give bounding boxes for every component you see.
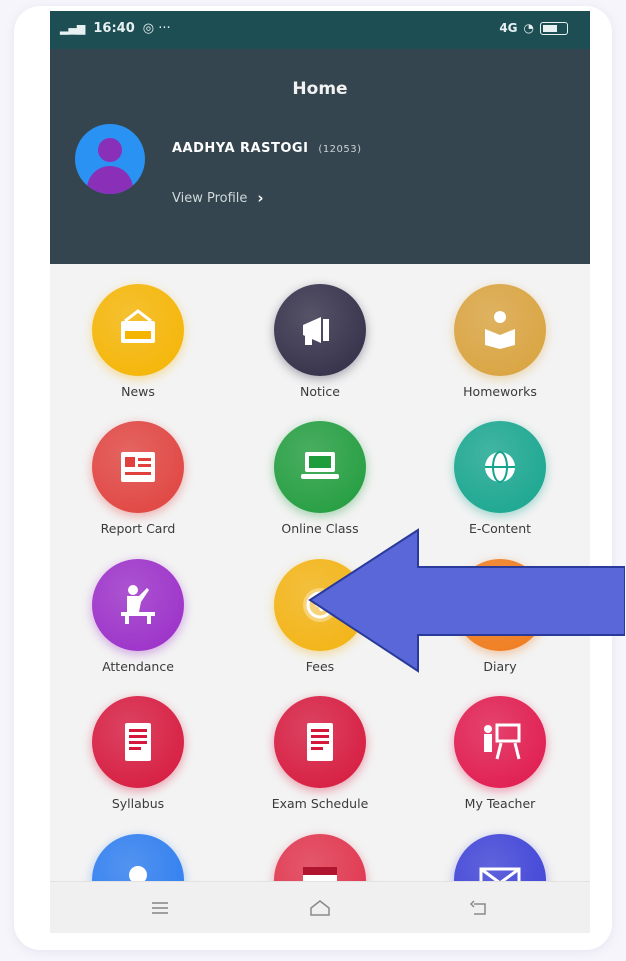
phone-screen: ▂▄▆ 16:40 ◎ ··· 4G ◔ Home AADHYA RASTOGI… (50, 11, 590, 933)
chevron-right-icon: › (257, 189, 264, 207)
home-icon[interactable] (305, 896, 335, 920)
menu-tile-attendance[interactable]: Attendance (58, 559, 218, 674)
menu-tile-exam-schedule[interactable]: Exam Schedule (240, 696, 400, 811)
menu-tile-report-card[interactable]: Report Card (58, 421, 218, 536)
menu-tile-label: Homeworks (463, 384, 537, 399)
menu-tile-notice[interactable]: Notice (240, 284, 400, 399)
menu-tile-my-teacher[interactable]: My Teacher (420, 696, 580, 811)
battery-icon (540, 21, 568, 35)
alarm-icon: ◎ ··· (142, 21, 171, 36)
menu-tile-homeworks[interactable]: Homeworks (420, 284, 580, 399)
report-card-icon (92, 421, 184, 513)
menu-tile-online-class[interactable]: Online Class (240, 421, 400, 536)
menu-tile-news[interactable]: News (58, 284, 218, 399)
menu-tile-label: My Teacher (464, 796, 536, 811)
menu-tile-label: Attendance (102, 659, 174, 674)
menu-tile-label: News (121, 384, 155, 399)
menu-tile-label: Notice (300, 384, 340, 399)
news-icon (92, 284, 184, 376)
document-icon (274, 696, 366, 788)
student-roll: (12053) (318, 144, 362, 155)
menu-tile-label: Syllabus (111, 796, 165, 811)
megaphone-icon (274, 284, 366, 376)
status-bar: ▂▄▆ 16:40 ◎ ··· 4G ◔ (50, 11, 590, 49)
student-name-text: AADHYA RASTOGI (172, 141, 309, 156)
document-icon (92, 696, 184, 788)
laptop-icon (274, 421, 366, 513)
menu-tile-label: Report Card (100, 521, 176, 536)
teacher-desk-icon (92, 559, 184, 651)
status-time: 16:40 (93, 21, 135, 36)
teacher-board-icon (454, 696, 546, 788)
menu-tile-label: Exam Schedule (271, 796, 369, 811)
student-name: AADHYA RASTOGI (12053) (172, 141, 362, 156)
back-icon[interactable] (465, 896, 495, 920)
wifi-icon: ◔ (523, 21, 534, 35)
avatar-body (87, 166, 133, 194)
globe-icon (454, 421, 546, 513)
page-title: Home (292, 79, 348, 99)
view-profile-label: View Profile (172, 190, 248, 206)
view-profile-link[interactable]: View Profile › (172, 189, 264, 207)
menu-tile-e-content[interactable]: E-Content (420, 421, 580, 536)
network-label: 4G (499, 21, 518, 35)
profile-header: Home AADHYA RASTOGI (12053) View Profile … (50, 49, 590, 264)
annotation-arrow (308, 528, 625, 673)
menu-tile-syllabus[interactable]: Syllabus (58, 696, 218, 811)
reading-icon (454, 284, 546, 376)
avatar[interactable] (75, 124, 145, 194)
signal-icon: ▂▄▆ (60, 22, 86, 35)
menu-icon[interactable] (145, 896, 175, 920)
navigation-bar (50, 881, 590, 933)
avatar-head (98, 138, 122, 162)
